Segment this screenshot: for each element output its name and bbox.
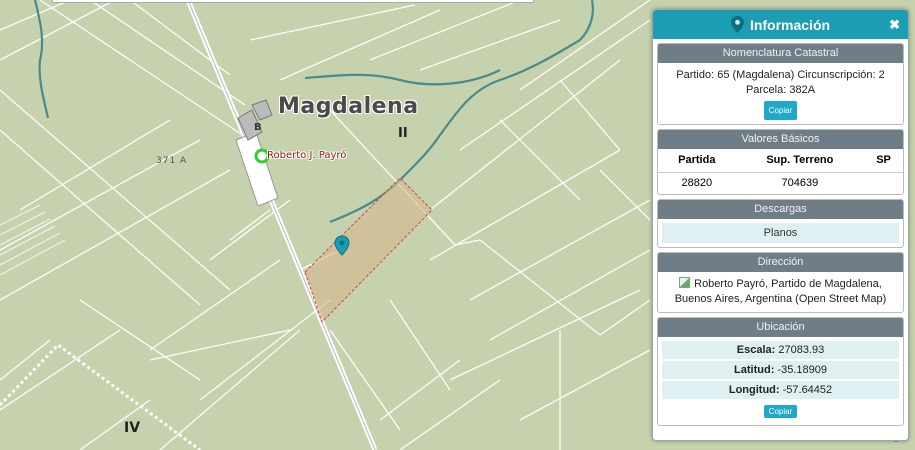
nomenclatura-line1: Partido: 65 (Magdalena) Circunscripción:… [676,69,885,81]
info-panel: Información ✖ Nomenclatura Catastral Par… [652,9,909,441]
direccion-text: Roberto Payró, Partido de Magdalena, Bue… [674,278,887,305]
cell-sup-terreno: 704639 [781,177,819,189]
top-search-bar[interactable] [52,0,534,3]
panel-header: Información ✖ [653,10,908,39]
copy-nomenclatura-button[interactable]: Copiar [763,101,798,120]
section-nomenclatura: Nomenclatura Catastral Partido: 65 (Magd… [657,43,904,125]
longitud-row: Longitud: -57.64452 [662,381,899,399]
escala-row: Escala: 27083.93 [662,341,899,359]
town-label: Magdalena [278,94,419,119]
column-header-sup-terreno: Sup. Terreno [735,149,865,173]
zone-label-ii: II [398,126,408,141]
copy-ubicacion-button[interactable]: Copiar [763,405,798,418]
longitud-value: -57.64452 [782,384,833,396]
valores-table: Partida Sup. Terreno SP 28820 704639 [658,149,903,194]
section-descargas: Descargas Planos [657,199,904,248]
image-icon [679,277,691,288]
section-header: Valores Básicos [658,130,903,149]
section-header: Descargas [658,200,903,219]
cell-sp [864,173,903,195]
nomenclatura-line2: Parcela: 382A [745,84,816,96]
station-block-label: B [254,122,262,133]
parcel-label: 371 A [156,156,188,166]
table-row: 28820 704639 [658,173,903,195]
location-pin-icon [730,16,744,33]
latitud-label: Latitud: [734,364,775,376]
cell-partida: 28820 [681,177,713,189]
latitud-value: -35.18909 [777,364,827,376]
section-header: Dirección [658,253,903,272]
panel-title: Información [749,16,831,33]
planos-link[interactable]: Planos [662,223,899,243]
section-header: Ubicación [658,318,903,337]
section-direccion: Dirección Roberto Payró, Partido de Magd… [657,252,904,313]
station-label: Roberto J. Payró [267,150,347,161]
column-header-sp: SP [864,149,903,173]
close-icon[interactable]: ✖ [889,17,900,33]
escala-label: Escala: [736,344,776,356]
section-valores: Valores Básicos Partida Sup. Terreno SP … [657,129,904,195]
column-header-partida: Partida [658,149,736,173]
escala-value: 27083.93 [778,344,825,356]
section-header: Nomenclatura Catastral [658,44,903,63]
section-ubicacion: Ubicación Escala: 27083.93 Latitud: -35.… [657,317,904,426]
latitud-row: Latitud: -35.18909 [662,361,899,379]
longitud-label: Longitud: [728,384,780,396]
zone-label-iv: IV [124,420,141,436]
